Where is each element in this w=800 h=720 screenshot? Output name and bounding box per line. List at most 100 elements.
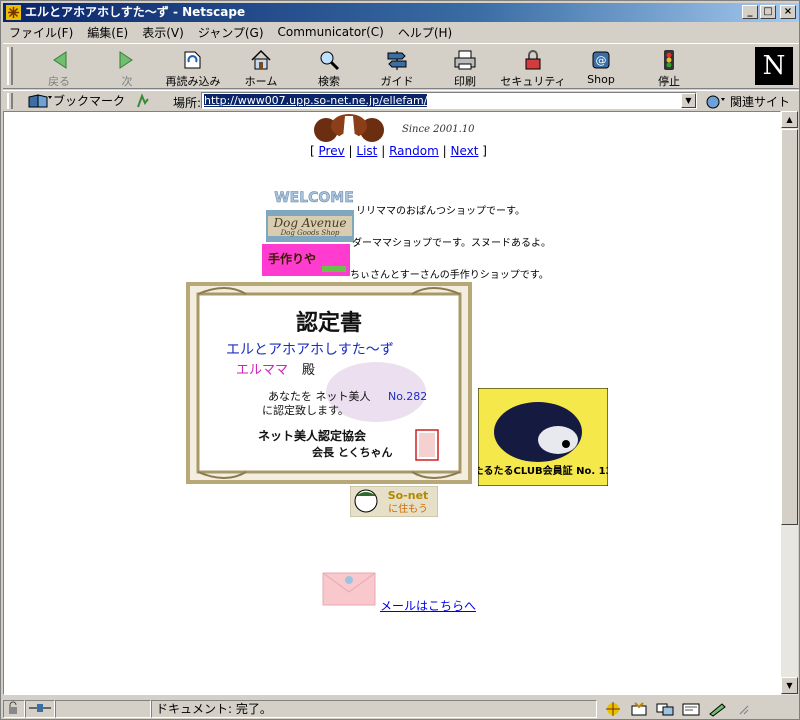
taru-club-badge-image[interactable]: たるたるCLUB会員証 No. 13 [478,388,608,486]
link-text-3: ちぃさんとすーさんの手作りショップです。 [350,270,549,281]
certificate-number: No.282 [388,390,427,403]
certificate-line2: に認定致します。 [262,403,349,417]
welcome-banner[interactable]: WELCOME [270,180,358,212]
reload-button[interactable]: 再読み込み [159,46,227,88]
dog-avenue-banner-title: Dog Avenue [273,216,347,230]
url-input[interactable]: http://www007.upp.so-net.ne.jp/ellefam/ [201,92,697,109]
maximize-button[interactable]: □ [760,5,776,19]
mail-line: メールはこちらへ [380,597,476,614]
menu-communicator[interactable]: Communicator(C) [278,25,384,39]
shop-label: Shop [587,73,615,86]
scroll-up-button[interactable]: ▲ [781,111,798,128]
security-status-panel[interactable] [3,699,25,718]
certificate-org: ネット美人認定協会 [258,428,367,443]
related-sites-button[interactable]: 関連サイト [705,93,790,110]
connection-icon [29,703,51,712]
shop-button[interactable]: @ Shop [567,46,635,88]
minimize-button[interactable]: _ [742,5,758,19]
certificate-image[interactable]: 認定書 エルとアホアホしすた～ず エルママ 殿 あなたを ネット美人 No.28… [186,282,472,484]
back-button[interactable]: 戻る [25,46,93,88]
location-grip[interactable] [7,93,13,109]
menu-edit[interactable]: 編集(E) [87,24,128,41]
svg-text:@: @ [596,54,607,67]
back-label: 戻る [48,75,70,88]
sonet-badge-image[interactable]: So-net に住もう [350,486,438,517]
dog-avenue-banner[interactable]: Dog Avenue Dog Goods Shop [266,210,354,242]
shop-icon: @ [592,51,610,69]
status-text: ドキュメント: 完了。 [156,701,272,716]
dog-head-image [314,114,384,142]
mail-link-rest[interactable]: はこちらへ [416,599,476,613]
netscape-logo[interactable]: N [755,47,793,85]
menu-view[interactable]: 表示(V) [142,24,184,41]
newsgroup-icon[interactable] [655,701,675,717]
reload-icon [184,51,201,69]
forward-arrow-icon [119,51,133,69]
netscape-app-icon [6,5,21,20]
edit-pencil-icon[interactable] [707,701,729,717]
link-text-1: リリママのおぱんつショップでーす。 [356,206,525,217]
since-text: Since 2001.10 [402,124,475,135]
menu-go[interactable]: ジャンプ(G) [198,24,264,41]
print-button[interactable]: 印刷 [431,46,499,88]
related-sites-icon [706,95,725,108]
related-sites-label: 関連サイト [730,95,791,109]
nav-prev-link[interactable]: Prev [319,144,345,158]
mail-inbox-icon[interactable] [629,701,649,717]
composer-icon[interactable] [681,701,701,717]
certificate-honorific: 殿 [302,363,315,378]
status-bar: ドキュメント: 完了。 [3,698,799,719]
home-label: ホーム [244,75,278,88]
site-nav: [ Prev | List | Random | Next ] [310,144,487,158]
scroll-down-button[interactable]: ▼ [781,677,798,694]
envelope-icon[interactable] [322,572,376,606]
mail-link[interactable]: メール [380,599,416,613]
stop-icon [664,50,674,70]
page-content: Since 2001.10 [ Prev | List | Random | N… [3,111,781,695]
nav-random-link[interactable]: Random [389,144,439,158]
security-button[interactable]: セキュリティ [499,46,567,88]
certificate-recipient: エルママ [236,363,288,378]
resize-grip-icon[interactable] [735,701,749,717]
guide-label: ガイド [380,75,414,88]
nav-close-bracket: ] [482,144,487,158]
vertical-scrollbar[interactable]: ▲ ▼ [781,111,798,695]
menu-file[interactable]: ファイル(F) [9,24,73,41]
print-label: 印刷 [454,75,476,88]
nav-list-link[interactable]: List [356,144,377,158]
certificate-line1: あなたを ネット美人 [268,390,371,403]
bookmarks-label: ブックマーク [53,94,126,108]
nav-separator: | [442,144,447,158]
search-icon [320,51,340,71]
back-arrow-icon [53,51,67,69]
toolbar-grip[interactable] [7,47,13,85]
guide-button[interactable]: ガイド [363,46,431,88]
stop-button[interactable]: 停止 [635,46,703,88]
status-text-panel: ドキュメント: 完了。 [151,699,597,718]
dog-avenue-banner-sub: Dog Goods Shop [280,229,340,237]
search-button[interactable]: 検索 [295,46,363,88]
location-bar: ブックマーク 場所: http://www007.upp.so-net.ne.j… [3,90,799,110]
forward-button[interactable]: 次 [93,46,161,88]
window-title: エルとアホアホしすた～ず - Netscape [25,5,246,19]
menu-bar: ファイル(F) 編集(E) 表示(V) ジャンプ(G) Communicator… [3,23,799,41]
tezukuriya-banner[interactable]: 手作りや [262,244,350,276]
sonet-badge-bottom: に住もう [388,502,428,515]
link-text-2: ダーママショップでーす。スヌードあるよ。 [352,238,551,249]
menu-help[interactable]: ヘルプ(H) [398,24,452,41]
home-icon [251,49,271,70]
nav-next-link[interactable]: Next [450,144,478,158]
welcome-banner-text: WELCOME [274,190,354,206]
page-proxy-icon[interactable] [135,92,151,109]
bookmark-icon [28,93,52,107]
window-controls: _ □ × [742,5,796,19]
scroll-thumb[interactable] [781,129,798,525]
nav-separator: | [381,144,386,158]
navigator-icon[interactable] [603,701,623,717]
bookmarks-button[interactable]: ブックマーク [27,92,151,109]
home-button[interactable]: ホーム [227,46,295,88]
url-dropdown-button[interactable]: ▼ [681,93,696,108]
close-button[interactable]: × [780,5,796,19]
forward-label: 次 [121,75,133,88]
tezukuriya-banner-text: 手作りや [268,251,316,266]
